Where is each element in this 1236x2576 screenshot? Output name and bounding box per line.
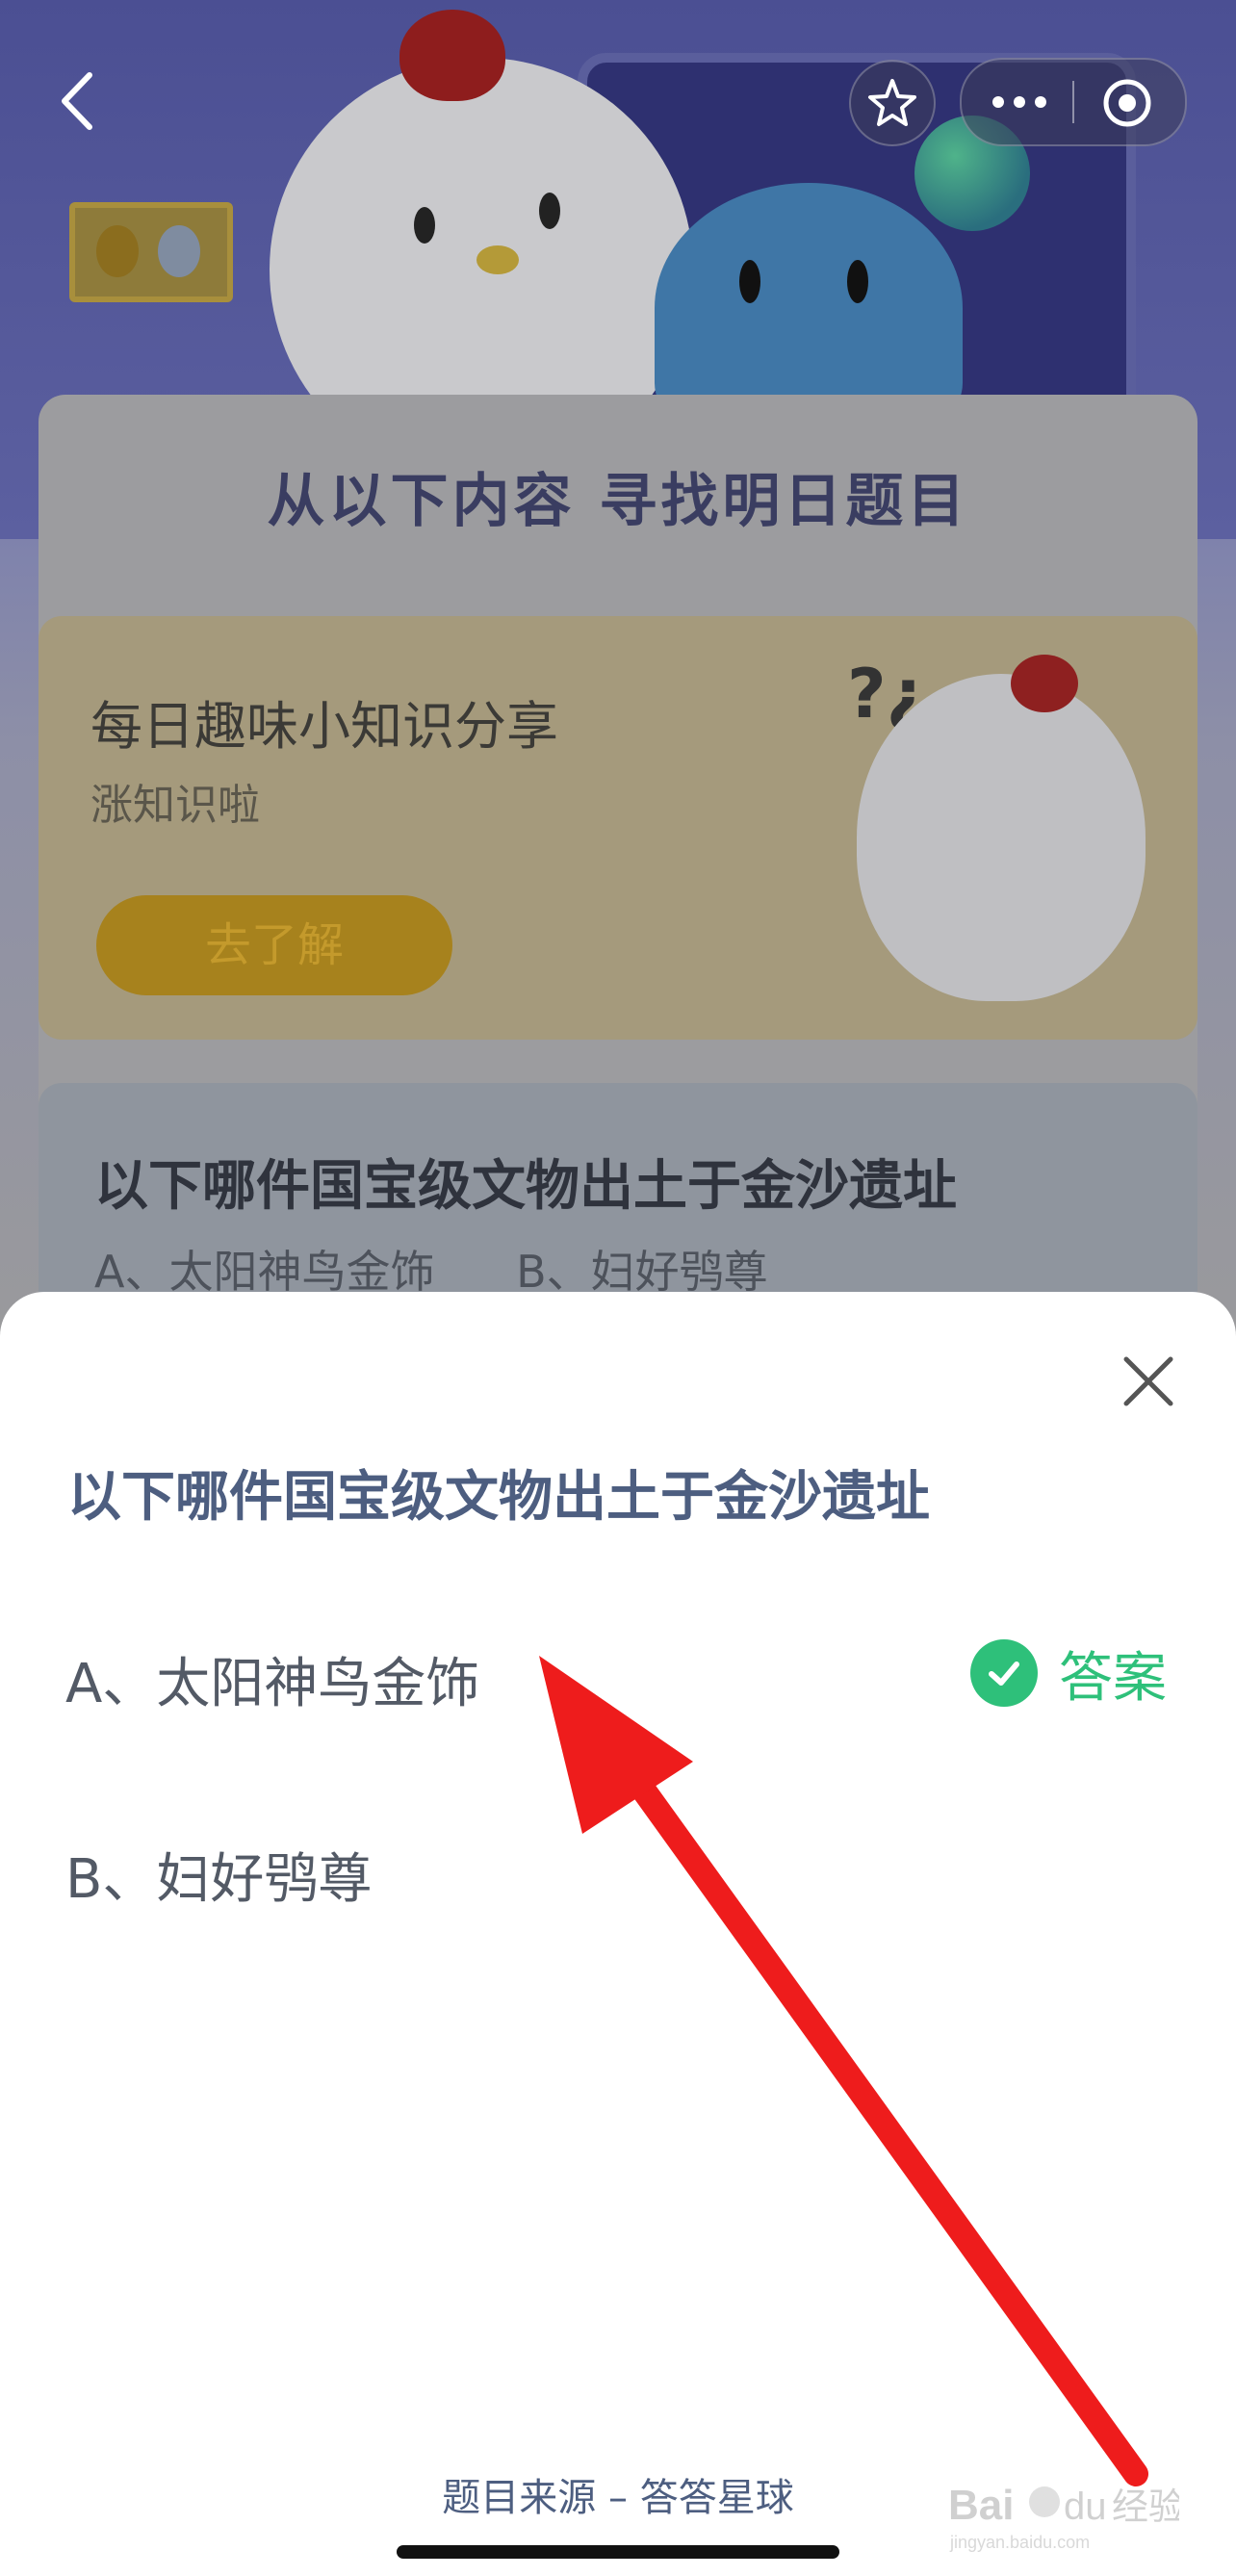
- more-icon[interactable]: [989, 89, 1050, 116]
- chicken-eye-left: [414, 207, 435, 244]
- medal-frame-illustration: [69, 202, 233, 302]
- option-a[interactable]: A、太阳神鸟金饰: [65, 1640, 479, 1718]
- miniapp-capsule: [960, 58, 1187, 146]
- svg-text:du: du: [1064, 2486, 1107, 2528]
- background-page: 从以下内容 寻找明日题目 每日趣味小知识分享 涨知识啦 去了解 ?¿ 以下哪件国…: [0, 0, 1236, 1348]
- answer-badge: 答案: [970, 1638, 1167, 1710]
- close-icon: [1123, 1356, 1173, 1406]
- home-indicator[interactable]: [397, 2545, 839, 2559]
- question-card-option-a: A、太阳神鸟金饰: [94, 1246, 435, 1298]
- answer-sheet: 以下哪件国宝级文物出土于金沙遗址 A、太阳神鸟金饰 答案 B、妇好鸮尊 题目来源…: [0, 1292, 1236, 2576]
- learn-more-button[interactable]: 去了解: [96, 895, 452, 995]
- favorite-button[interactable]: [849, 60, 936, 146]
- check-icon: [970, 1639, 1038, 1707]
- baidu-logo-icon: Bai du 经验 jingyan.baidu.com: [948, 2482, 1185, 2552]
- question-card-title: 以下哪件国宝级文物出土于金沙遗址: [94, 1155, 957, 1218]
- section-header-title: 从以下内容 寻找明日题目: [267, 468, 969, 535]
- knowledge-card-subtitle: 涨知识啦: [90, 781, 260, 830]
- knowledge-card-title: 每日趣味小知识分享: [90, 696, 558, 757]
- chicken-eye-right: [539, 193, 560, 229]
- svg-text:jingyan.baidu.com: jingyan.baidu.com: [949, 2533, 1090, 2552]
- star-icon: [868, 79, 916, 126]
- gold-medal-icon: [96, 225, 139, 277]
- answer-label: 答案: [1059, 1646, 1167, 1710]
- record-icon[interactable]: [1101, 77, 1153, 129]
- chick-comb: [1011, 655, 1078, 712]
- question-card-option-b: B、妇好鸮尊: [516, 1246, 768, 1298]
- baidu-watermark: Bai du 经验 jingyan.baidu.com: [948, 2469, 1185, 2556]
- chicken-beak: [476, 245, 519, 274]
- back-icon: [62, 72, 92, 130]
- question-title: 以下哪件国宝级文物出土于金沙遗址: [67, 1466, 930, 1529]
- chick-thinking-illustration: [857, 674, 1146, 1001]
- svg-text:Bai: Bai: [948, 2482, 1014, 2529]
- alien-eye-left: [739, 260, 760, 303]
- option-b[interactable]: B、妇好鸮尊: [65, 1836, 372, 1914]
- chicken-comb: [399, 10, 505, 101]
- capsule-divider: [1072, 81, 1074, 123]
- knowledge-card[interactable]: 每日趣味小知识分享 涨知识啦 去了解 ?¿: [39, 616, 1197, 1040]
- alien-eye-right: [847, 260, 868, 303]
- svg-text:经验: 经验: [1112, 2486, 1179, 2528]
- back-button[interactable]: [53, 67, 101, 135]
- close-button[interactable]: [1117, 1350, 1180, 1413]
- silver-medal-icon: [158, 225, 200, 277]
